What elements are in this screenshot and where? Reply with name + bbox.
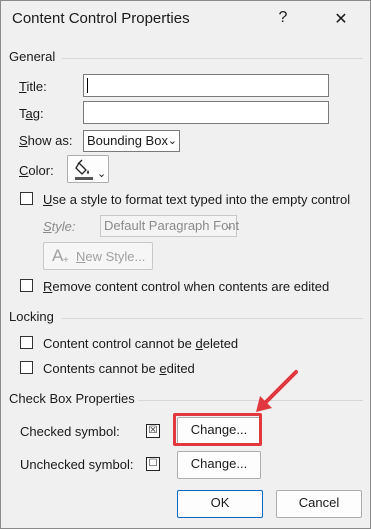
remove-content-control-checkbox[interactable] bbox=[20, 279, 33, 292]
new-style-button[interactable]: A + New Style... bbox=[43, 242, 153, 270]
checked-symbol-label: Checked symbol: bbox=[20, 424, 120, 439]
chevron-down-icon: ⌄ bbox=[167, 135, 177, 147]
locking-heading: Locking bbox=[9, 309, 54, 324]
show-as-value: Bounding Box bbox=[87, 133, 168, 148]
dialog-title: Content Control Properties bbox=[12, 10, 190, 27]
tag-label: Tag: bbox=[19, 106, 44, 121]
show-as-select[interactable]: Bounding Box ⌄ bbox=[83, 130, 180, 152]
checkbox-properties-heading: Check Box Properties bbox=[9, 391, 135, 406]
change-unchecked-symbol-button[interactable]: Change... bbox=[177, 451, 261, 479]
chevron-down-icon: ⌄ bbox=[224, 220, 234, 232]
paint-bucket-icon bbox=[75, 159, 93, 180]
cancel-button[interactable]: Cancel bbox=[276, 490, 362, 518]
help-button[interactable]: ? bbox=[272, 9, 294, 27]
general-separator bbox=[62, 58, 363, 59]
locking-separator bbox=[62, 318, 363, 319]
style-value: Default Paragraph Font bbox=[104, 218, 240, 233]
cannot-edit-checkbox[interactable] bbox=[20, 361, 33, 374]
tag-input[interactable] bbox=[83, 101, 329, 124]
annotation-highlight-box bbox=[173, 413, 262, 446]
unchecked-symbol-label: Unchecked symbol: bbox=[20, 457, 134, 472]
new-style-icon: A bbox=[52, 246, 64, 265]
style-label: Style: bbox=[43, 219, 76, 234]
color-label: Color: bbox=[19, 163, 54, 178]
chevron-down-icon: ⌄ bbox=[97, 168, 107, 180]
show-as-label: Show as: bbox=[19, 133, 73, 148]
close-button[interactable]: ✕ bbox=[330, 9, 352, 29]
cannot-edit-label: Contents cannot be edited bbox=[43, 361, 195, 376]
title-label: Title: bbox=[19, 79, 47, 94]
cannot-delete-label: Content control cannot be deleted bbox=[43, 336, 239, 351]
change-unchecked-symbol-label: Change... bbox=[190, 456, 248, 471]
new-style-label: New Style... bbox=[76, 249, 146, 264]
title-input[interactable] bbox=[83, 74, 329, 97]
use-style-label: Use a style to format text typed into th… bbox=[43, 192, 351, 207]
color-picker-button[interactable]: ⌄ bbox=[67, 155, 109, 183]
cannot-delete-checkbox[interactable] bbox=[20, 336, 33, 349]
plus-icon: + bbox=[63, 255, 69, 266]
checked-symbol-preview: ☒ bbox=[146, 424, 160, 438]
use-style-checkbox[interactable] bbox=[20, 192, 33, 205]
text-caret bbox=[87, 78, 88, 93]
style-select[interactable]: Default Paragraph Font ⌄ bbox=[100, 215, 240, 237]
annotation-arrow-icon bbox=[256, 370, 298, 412]
unchecked-symbol-preview: ☐ bbox=[146, 457, 160, 471]
ok-button[interactable]: OK bbox=[177, 490, 263, 518]
remove-content-control-label: Remove content control when contents are… bbox=[43, 279, 330, 294]
general-heading: General bbox=[9, 49, 56, 64]
